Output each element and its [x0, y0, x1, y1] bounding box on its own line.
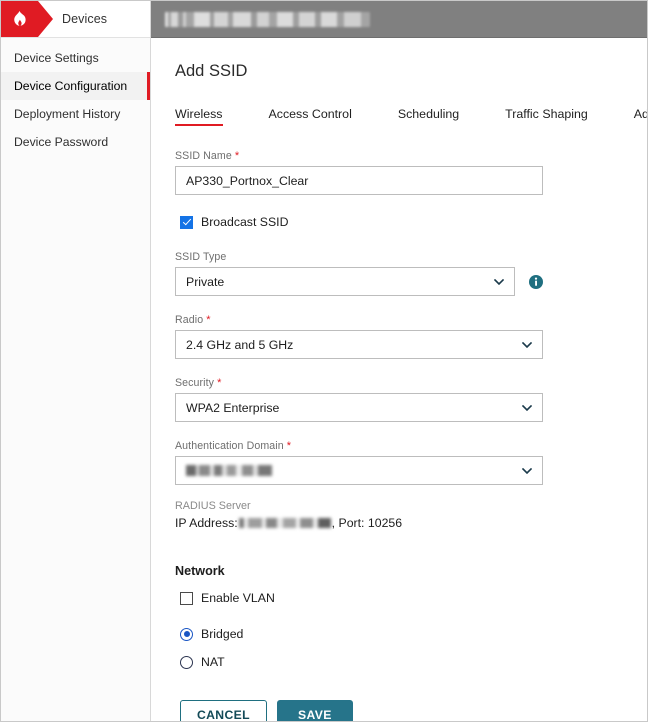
- enable-vlan-checkbox[interactable]: [180, 592, 193, 605]
- tab-label: Traffic Shaping: [505, 107, 588, 121]
- chevron-down-icon: [522, 342, 532, 348]
- required-marker: *: [217, 377, 221, 389]
- broadcast-ssid-label: Broadcast SSID: [201, 215, 288, 229]
- network-mode-nat-label: NAT: [201, 655, 225, 669]
- spacer: [175, 485, 543, 500]
- chevron-down-icon: [522, 405, 532, 411]
- enable-vlan-row[interactable]: Enable VLAN: [180, 591, 543, 605]
- sidebar-item-label: Device Configuration: [14, 79, 127, 93]
- ssid-type-row: Private: [175, 267, 543, 296]
- security-label: Security *: [175, 377, 543, 389]
- ssid-name-label: SSID Name *: [175, 150, 543, 162]
- sidebar: Devices Device Settings Device Configura…: [1, 1, 151, 721]
- tab-scheduling[interactable]: Scheduling: [398, 107, 459, 126]
- label-text: Authentication Domain: [175, 440, 284, 452]
- sidebar-item-device-configuration[interactable]: Device Configuration: [1, 72, 150, 100]
- network-mode-bridged-row[interactable]: Bridged: [180, 627, 543, 641]
- ssid-type-value: Private: [186, 275, 224, 289]
- radio-select[interactable]: 2.4 GHz and 5 GHz: [175, 330, 543, 359]
- field-ssid-name: SSID Name * AP330_Portnox_Clear: [175, 150, 543, 195]
- radius-server-address: IP Address: , Port: 10256: [175, 516, 543, 530]
- broadcast-ssid-checkbox[interactable]: [180, 216, 193, 229]
- wireless-form: SSID Name * AP330_Portnox_Clear Broadcas…: [175, 150, 543, 721]
- sidebar-item-label: Device Password: [14, 135, 108, 149]
- sidebar-item-device-settings[interactable]: Device Settings: [1, 44, 150, 72]
- ssid-name-input[interactable]: AP330_Portnox_Clear: [175, 166, 543, 195]
- radio-label: Radio *: [175, 314, 543, 326]
- required-marker: *: [235, 150, 239, 162]
- sidebar-item-deployment-history[interactable]: Deployment History: [1, 100, 150, 128]
- chevron-down-icon: [494, 279, 504, 285]
- ssid-type-label: SSID Type: [175, 251, 543, 263]
- page-title: Add SSID: [175, 62, 647, 81]
- label-text: Radio: [175, 314, 203, 326]
- sidebar-item-label: Device Settings: [14, 51, 99, 65]
- tab-traffic-shaping[interactable]: Traffic Shaping: [505, 107, 588, 126]
- ssid-name-value: AP330_Portnox_Clear: [186, 174, 308, 188]
- form-actions: CANCEL SAVE: [180, 700, 543, 721]
- chevron-down-icon: [522, 468, 532, 474]
- label-text: SSID Name: [175, 150, 232, 162]
- sidebar-item-label: Deployment History: [14, 107, 120, 121]
- network-section-heading: Network: [175, 564, 543, 578]
- spacer: [175, 422, 543, 440]
- topbar-title-redacted: [165, 12, 370, 27]
- required-marker: *: [206, 314, 210, 326]
- field-ssid-type: SSID Type Private: [175, 251, 543, 296]
- sidebar-brand: Devices: [1, 1, 150, 38]
- ssid-type-select[interactable]: Private: [175, 267, 515, 296]
- ip-address-value-redacted: [239, 518, 331, 528]
- field-authentication-domain: Authentication Domain *: [175, 440, 543, 485]
- tab-access-control[interactable]: Access Control: [269, 107, 352, 126]
- broadcast-ssid-row[interactable]: Broadcast SSID: [180, 215, 543, 229]
- enable-vlan-label: Enable VLAN: [201, 591, 275, 605]
- tab-label: Access Control: [269, 107, 352, 121]
- required-marker: *: [287, 440, 291, 452]
- radius-server-info: RADIUS Server IP Address: , Port: 10256: [175, 500, 543, 530]
- topbar: [151, 1, 647, 38]
- radius-server-label: RADIUS Server: [175, 500, 543, 512]
- info-circle-icon[interactable]: [529, 275, 543, 289]
- radius-port-text: , Port: 10256: [332, 516, 402, 530]
- sidebar-item-device-password[interactable]: Device Password: [1, 128, 150, 156]
- authentication-domain-label: Authentication Domain *: [175, 440, 543, 452]
- label-text: Security: [175, 377, 214, 389]
- save-button[interactable]: SAVE: [277, 700, 353, 721]
- spacer: [175, 359, 543, 377]
- authentication-domain-value-redacted: [186, 465, 272, 476]
- tab-label: Wireless: [175, 107, 223, 121]
- main-panel: Add SSID Wireless Access Control Schedul…: [151, 1, 647, 721]
- spacer: [175, 296, 543, 314]
- field-radio: Radio * 2.4 GHz and 5 GHz: [175, 314, 543, 359]
- security-select[interactable]: WPA2 Enterprise: [175, 393, 543, 422]
- ip-address-prefix: IP Address:: [175, 516, 238, 530]
- add-ssid-window: Devices Device Settings Device Configura…: [0, 0, 648, 722]
- radio-value: 2.4 GHz and 5 GHz: [186, 338, 293, 352]
- sidebar-brand-label: Devices: [62, 12, 107, 26]
- security-value: WPA2 Enterprise: [186, 401, 279, 415]
- tab-bar: Wireless Access Control Scheduling Traff…: [175, 107, 639, 126]
- network-mode-nat-row[interactable]: NAT: [180, 655, 543, 669]
- tab-wireless[interactable]: Wireless: [175, 107, 223, 126]
- label-text: SSID Type: [175, 251, 226, 263]
- network-mode-nat-radio[interactable]: [180, 656, 193, 669]
- network-mode-bridged-label: Bridged: [201, 627, 243, 641]
- authentication-domain-select[interactable]: [175, 456, 543, 485]
- sidebar-nav: Device Settings Device Configuration Dep…: [1, 38, 150, 156]
- flame-logo-icon: [1, 1, 38, 37]
- field-security: Security * WPA2 Enterprise: [175, 377, 543, 422]
- cancel-button[interactable]: CANCEL: [180, 700, 267, 721]
- tab-advanced[interactable]: Advanced: [634, 107, 647, 126]
- tab-label: Advanced: [634, 107, 647, 121]
- network-mode-bridged-radio[interactable]: [180, 628, 193, 641]
- tab-label: Scheduling: [398, 107, 459, 121]
- content-area: Add SSID Wireless Access Control Schedul…: [151, 38, 647, 721]
